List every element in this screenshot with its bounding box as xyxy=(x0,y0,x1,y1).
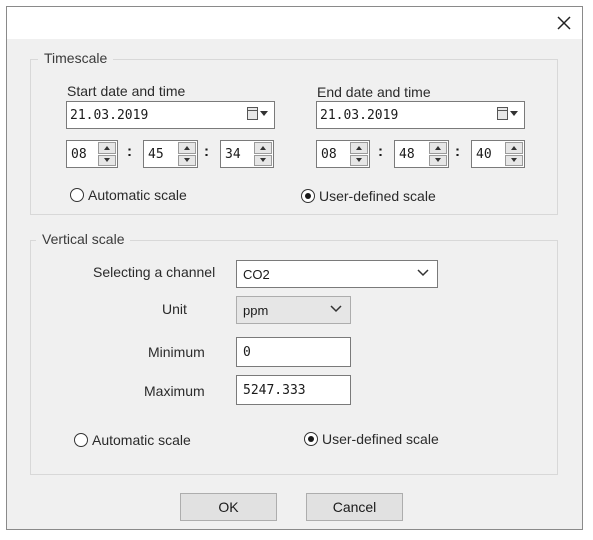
arrow-up-icon xyxy=(104,145,110,150)
vertical-user-defined-label: User-defined scale xyxy=(322,431,439,447)
timescale-automatic-label: Automatic scale xyxy=(88,187,187,203)
minimum-value: 0 xyxy=(243,345,251,360)
chevron-down-icon xyxy=(417,269,429,277)
start-minute-value: 45 xyxy=(148,147,164,162)
arrow-down-icon xyxy=(184,158,190,163)
maximum-label: Maximum xyxy=(144,383,205,399)
close-icon xyxy=(557,16,571,30)
radio-checked-icon xyxy=(301,189,315,203)
time-separator: : xyxy=(455,143,460,160)
timescale-title: Timescale xyxy=(38,50,114,66)
radio-unchecked-icon xyxy=(74,433,88,447)
end-date-label: End date and time xyxy=(317,84,431,100)
calendar-dropdown-icon[interactable] xyxy=(497,107,518,120)
time-separator: : xyxy=(127,143,132,160)
arrow-up-icon xyxy=(356,145,362,150)
spin-up-button[interactable] xyxy=(98,142,116,154)
end-second-spinner[interactable]: 40 xyxy=(471,140,525,168)
end-minute-value: 48 xyxy=(399,147,415,162)
radio-checked-icon xyxy=(304,432,318,446)
spin-down-button[interactable] xyxy=(178,154,196,166)
spin-up-button[interactable] xyxy=(350,142,368,154)
ok-button[interactable]: OK xyxy=(180,493,277,521)
start-second-value: 34 xyxy=(225,147,241,162)
vertical-automatic-label: Automatic scale xyxy=(92,432,191,448)
channel-select[interactable]: CO2 xyxy=(236,260,438,288)
arrow-up-icon xyxy=(260,145,266,150)
arrow-down-icon xyxy=(511,158,517,163)
arrow-down-icon xyxy=(260,158,266,163)
end-hour-spinner[interactable]: 08 xyxy=(316,140,370,168)
arrow-up-icon xyxy=(184,145,190,150)
chevron-down-icon xyxy=(330,305,342,313)
spin-down-button[interactable] xyxy=(254,154,272,166)
arrow-down-icon xyxy=(435,158,441,163)
end-date-picker[interactable]: 21.03.2019 xyxy=(316,101,525,129)
start-minute-spinner[interactable]: 45 xyxy=(143,140,198,168)
start-second-spinner[interactable]: 34 xyxy=(220,140,274,168)
scale-settings-dialog: Timescale Start date and time End date a… xyxy=(6,6,583,530)
time-separator: : xyxy=(378,143,383,160)
channel-label: Selecting a channel xyxy=(93,264,216,280)
minimum-label: Minimum xyxy=(148,344,205,360)
time-separator: : xyxy=(204,143,209,160)
spin-down-button[interactable] xyxy=(98,154,116,166)
spin-up-button[interactable] xyxy=(254,142,272,154)
calendar-dropdown-icon[interactable] xyxy=(247,107,268,120)
unit-label: Unit xyxy=(162,301,187,317)
vertical-user-defined-radio[interactable]: User-defined scale xyxy=(304,431,439,447)
start-hour-value: 08 xyxy=(71,147,87,162)
spin-up-button[interactable] xyxy=(505,142,523,154)
channel-value: CO2 xyxy=(243,267,270,282)
spin-down-button[interactable] xyxy=(429,154,447,166)
end-minute-spinner[interactable]: 48 xyxy=(394,140,449,168)
spin-down-button[interactable] xyxy=(350,154,368,166)
end-second-value: 40 xyxy=(476,147,492,162)
arrow-down-icon xyxy=(356,158,362,163)
end-date-value: 21.03.2019 xyxy=(320,108,399,123)
unit-select[interactable]: ppm xyxy=(236,296,351,324)
timescale-user-defined-label: User-defined scale xyxy=(319,188,436,204)
start-date-value: 21.03.2019 xyxy=(70,108,149,123)
arrow-up-icon xyxy=(511,145,517,150)
timescale-automatic-radio[interactable]: Automatic scale xyxy=(70,187,187,203)
maximum-input[interactable]: 5247.333 xyxy=(236,375,351,405)
vertical-automatic-radio[interactable]: Automatic scale xyxy=(74,432,191,448)
unit-value: ppm xyxy=(243,303,269,318)
cancel-button[interactable]: Cancel xyxy=(306,493,403,521)
maximum-value: 5247.333 xyxy=(243,383,306,398)
timescale-user-defined-radio[interactable]: User-defined scale xyxy=(301,188,436,204)
radio-unchecked-icon xyxy=(70,188,84,202)
end-hour-value: 08 xyxy=(321,147,337,162)
close-button[interactable] xyxy=(550,9,578,37)
vertical-scale-title: Vertical scale xyxy=(36,231,131,247)
title-bar xyxy=(7,7,582,39)
spin-up-button[interactable] xyxy=(429,142,447,154)
spin-down-button[interactable] xyxy=(505,154,523,166)
arrow-up-icon xyxy=(435,145,441,150)
start-date-label: Start date and time xyxy=(67,83,186,99)
start-hour-spinner[interactable]: 08 xyxy=(66,140,118,168)
spin-up-button[interactable] xyxy=(178,142,196,154)
arrow-down-icon xyxy=(104,158,110,163)
minimum-input[interactable]: 0 xyxy=(236,337,351,367)
start-date-picker[interactable]: 21.03.2019 xyxy=(66,101,275,129)
